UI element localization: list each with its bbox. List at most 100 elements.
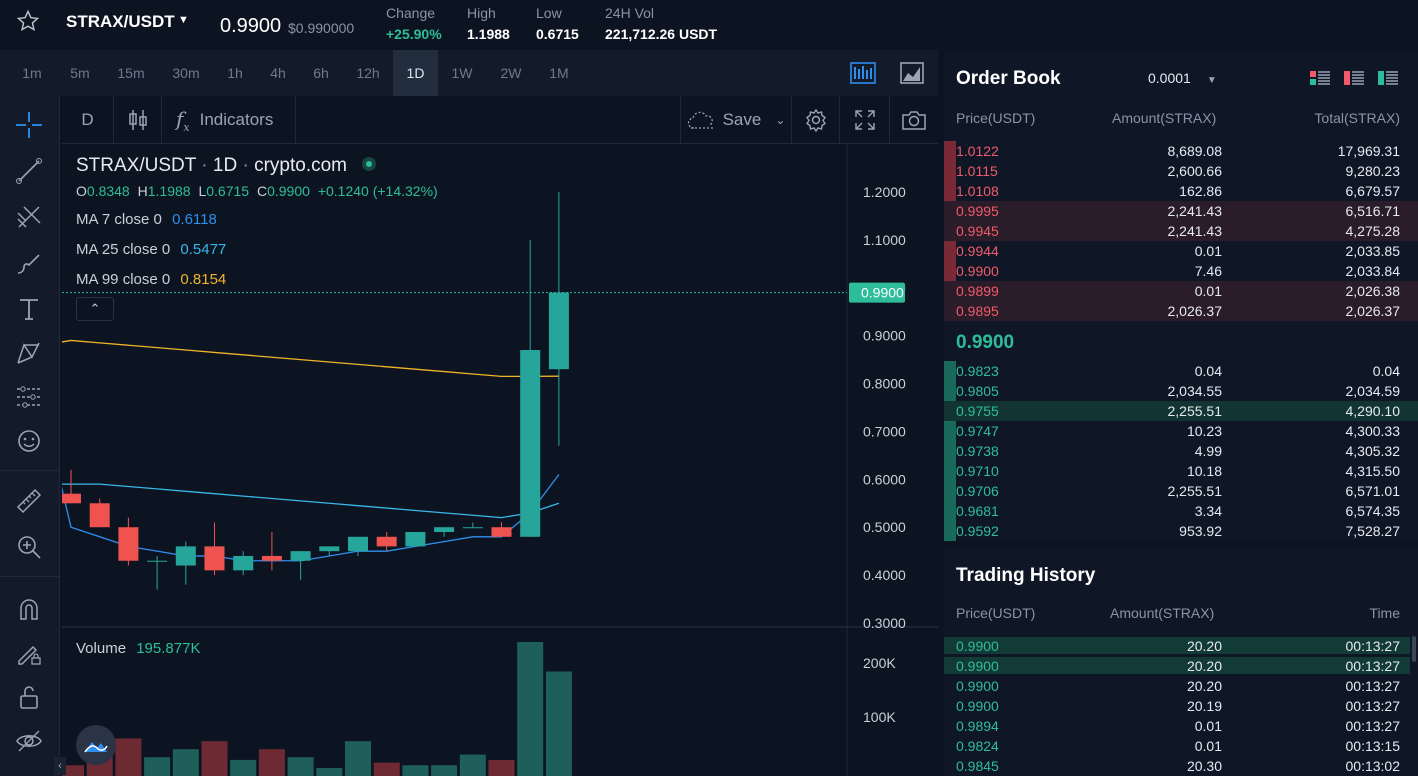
ma25-legend[interactable]: MA 25 close 0 0.5477 [76, 241, 226, 258]
visibility-eye-icon[interactable] [14, 726, 44, 756]
trade-row[interactable]: 0.9894 0.01 00:13:27 [944, 716, 1418, 736]
ask-row[interactable]: 0.9900 7.46 2,033.84 [944, 261, 1418, 281]
unlock-icon[interactable] [14, 682, 44, 712]
ask-row[interactable]: 0.9944 0.01 2,033.85 [944, 241, 1418, 261]
price-chart[interactable]: 1.20001.10001.00000.90000.80000.70000.60… [54, 145, 938, 776]
candle-body [434, 527, 455, 533]
settings-gear-icon[interactable] [792, 96, 840, 144]
timeframe-30m[interactable]: 30m [163, 50, 209, 96]
order-book-title: Order Book [956, 68, 1061, 89]
trend-line-icon[interactable] [14, 156, 44, 186]
ask-row[interactable]: 1.0108 162.86 6,679.57 [944, 181, 1418, 201]
timeframe-15m[interactable]: 15m [110, 50, 152, 96]
ma7-legend[interactable]: MA 7 close 0 0.6118 [76, 211, 217, 228]
timeframe-1d[interactable]: 1D [393, 50, 438, 96]
ask-amount: 0.01 [1194, 283, 1222, 299]
ask-total: 2,026.37 [1345, 303, 1401, 319]
ma99-legend[interactable]: MA 99 close 0 0.8154 [76, 271, 226, 288]
ask-price: 1.0108 [956, 183, 999, 199]
magnet-icon[interactable] [14, 594, 44, 624]
trade-row[interactable]: 0.9900 20.20 00:13:27 [944, 656, 1418, 676]
depth-chart-icon[interactable] [850, 62, 876, 84]
ask-row[interactable]: 1.0115 2,600.66 9,280.23 [944, 161, 1418, 181]
timeframe-12h[interactable]: 12h [346, 50, 390, 96]
bid-row[interactable]: 0.9747 10.23 4,300.33 [944, 421, 1418, 441]
trade-row[interactable]: 0.9900 20.20 00:13:27 [944, 676, 1418, 696]
ask-row[interactable]: 0.9995 2,241.43 6,516.71 [944, 201, 1418, 221]
timeframe-6h[interactable]: 6h [302, 50, 340, 96]
area-chart-icon[interactable] [900, 62, 924, 84]
timeframe-2w[interactable]: 2W [491, 50, 531, 96]
function-icon: fx [176, 106, 190, 134]
indicators-button[interactable]: fx Indicators [162, 96, 296, 144]
legend-source: crypto.com [254, 155, 348, 176]
pattern-icon[interactable] [14, 338, 44, 368]
trade-row[interactable]: 0.9900 20.20 00:13:27 [944, 636, 1418, 656]
bid-row[interactable]: 0.9592 953.92 7,528.27 [944, 521, 1418, 541]
timeframe-4h[interactable]: 4h [259, 50, 297, 96]
stat-low: Low 0.6715 [536, 5, 579, 42]
book-both-icon[interactable] [1310, 70, 1330, 86]
bid-row[interactable]: 0.9681 3.34 6,574.35 [944, 501, 1418, 521]
bid-amount: 10.23 [1186, 423, 1222, 439]
candle-body [348, 536, 368, 552]
timeframe-1h[interactable]: 1h [216, 50, 254, 96]
tradingview-logo-icon[interactable] [76, 725, 116, 765]
interval-button[interactable]: D [62, 96, 114, 144]
ruler-icon[interactable] [14, 486, 44, 516]
trade-row[interactable]: 0.9900 20.19 00:13:27 [944, 696, 1418, 716]
ask-row[interactable]: 0.9945 2,241.43 4,275.28 [944, 221, 1418, 241]
depth-bar [944, 141, 956, 161]
candle-type-icon[interactable] [114, 96, 162, 144]
timeframe-5m[interactable]: 5m [60, 50, 100, 96]
trade-time: 00:13:27 [1345, 678, 1401, 694]
timeframe-1m[interactable]: 1m [12, 50, 52, 96]
bid-total: 2,034.59 [1345, 383, 1401, 399]
candle-body [520, 350, 541, 537]
precision-select[interactable]: 0.0001 ▼ [1148, 70, 1217, 86]
crosshair-icon[interactable] [14, 110, 44, 140]
timeframe-1m-month[interactable]: 1M [539, 50, 579, 96]
favorite-star-icon[interactable] [16, 9, 40, 33]
bid-row[interactable]: 0.9738 4.99 4,305.32 [944, 441, 1418, 461]
camera-screenshot-icon[interactable] [890, 96, 938, 144]
timeframe-1w[interactable]: 1W [442, 50, 482, 96]
book-bids-icon[interactable] [1378, 70, 1398, 86]
bid-row[interactable]: 0.9805 2,034.55 2,034.59 [944, 381, 1418, 401]
prediction-icon[interactable] [14, 382, 44, 412]
brush-icon[interactable] [14, 248, 44, 278]
ask-row[interactable]: 1.0122 8,689.08 17,969.31 [944, 141, 1418, 161]
ask-row[interactable]: 0.9895 2,026.37 2,026.37 [944, 301, 1418, 321]
save-button[interactable]: Save ⌄ [680, 96, 792, 144]
ask-total: 2,033.85 [1345, 243, 1401, 259]
price-axis-label: 0.4000 [863, 567, 906, 583]
bid-total: 7,528.27 [1345, 523, 1401, 539]
bid-row[interactable]: 0.9755 2,255.51 4,290.10 [944, 401, 1418, 421]
text-tool-icon[interactable] [14, 294, 44, 324]
bid-row[interactable]: 0.9710 10.18 4,315.50 [944, 461, 1418, 481]
candle-body [491, 527, 512, 537]
trade-row[interactable]: 0.9845 20.30 00:13:02 [944, 756, 1418, 776]
ask-total: 17,969.31 [1337, 143, 1400, 159]
ask-total: 6,516.71 [1345, 203, 1401, 219]
book-asks-icon[interactable] [1344, 70, 1364, 86]
zoom-in-icon[interactable] [14, 532, 44, 562]
lock-drawing-icon[interactable] [14, 638, 44, 668]
trade-price: 0.9845 [956, 758, 999, 774]
emoji-icon[interactable] [14, 426, 44, 456]
ask-row[interactable]: 0.9899 0.01 2,026.38 [944, 281, 1418, 301]
collapse-legend-chevron-up-icon[interactable]: ⌃ [76, 297, 114, 321]
trade-row[interactable]: 0.9824 0.01 00:13:15 [944, 736, 1418, 756]
chevron-down-icon[interactable]: ▼ [178, 14, 189, 26]
fullscreen-icon[interactable] [840, 96, 890, 144]
bid-row[interactable]: 0.9823 0.04 0.04 [944, 361, 1418, 381]
chart-canvas[interactable]: 1.20001.10001.00000.90000.80000.70000.60… [62, 145, 938, 776]
candle-body [462, 527, 483, 529]
scrollbar-thumb[interactable] [1412, 636, 1416, 662]
bid-row[interactable]: 0.9706 2,255.51 6,571.01 [944, 481, 1418, 501]
fib-tool-icon[interactable] [14, 202, 44, 232]
price-axis-label: 0.9000 [863, 328, 906, 344]
pair-selector[interactable]: STRAX/USDT [66, 12, 175, 32]
chevron-left-icon[interactable]: ‹ [54, 757, 66, 775]
trade-amount: 20.19 [1186, 698, 1222, 714]
